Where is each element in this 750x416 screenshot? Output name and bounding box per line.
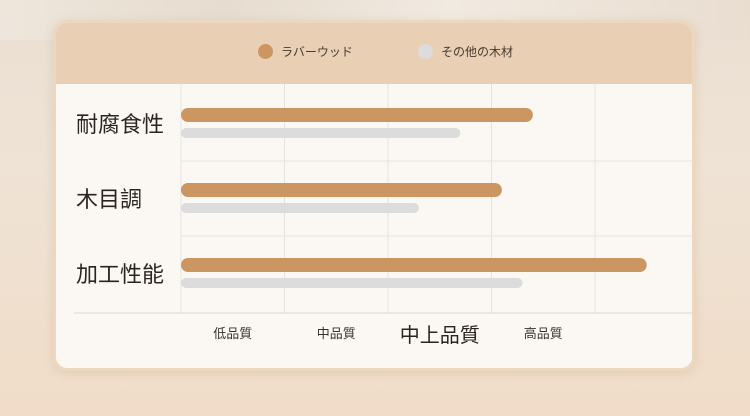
category-label: 加工性能 xyxy=(76,263,164,288)
category-label: 木目調 xyxy=(76,188,142,213)
category-label: 耐腐食性 xyxy=(76,113,164,138)
bar-chart: 耐腐食性木目調加工性能低品質 中品質 中上品質 高品質 xyxy=(74,84,692,347)
x-tick-label: 低品質 xyxy=(213,327,252,342)
bar-other-wood xyxy=(181,128,461,138)
bar-other-wood xyxy=(181,203,420,213)
bar-rubberwood xyxy=(181,108,533,122)
x-tick-label: 高品質 xyxy=(524,326,563,342)
x-tick-label: 中上品質 xyxy=(400,323,480,347)
x-tick-label: 中品質 xyxy=(317,327,356,342)
bar-other-wood xyxy=(181,278,523,288)
bar-rubberwood xyxy=(181,258,647,272)
bar-rubberwood xyxy=(181,183,502,197)
chart-card: ラバーウッド その他の木材 耐腐食性 木目調 加工性能 低品質 中品質 中上品質 高品質 xyxy=(53,20,695,371)
